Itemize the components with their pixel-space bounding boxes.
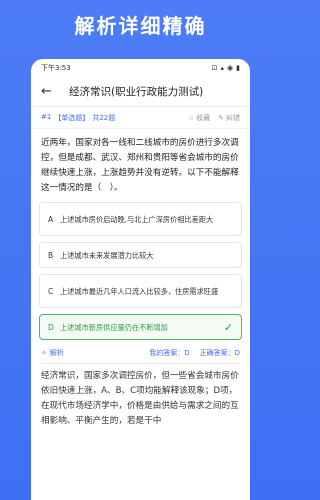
option-letter: B	[48, 250, 54, 260]
battery-icon: ▮	[236, 64, 240, 72]
option-text: 上述城市房价启动晚,与北上广深房价相比差距大	[60, 214, 214, 224]
bulb-icon: ✧	[41, 349, 47, 357]
option-text: 上述城市最近几年人口流入比较多，住房需求旺盛	[60, 286, 219, 296]
edit-icon: ✎	[218, 113, 224, 122]
question-index: #1	[41, 112, 52, 121]
status-time: 下午3:53	[41, 64, 71, 72]
favorite-button[interactable]: ☆ 收藏	[188, 113, 210, 123]
status-bar: 下午3:53 ⊡ ▴ ◉ ▮	[31, 59, 250, 77]
question-type: 【单选题】	[54, 113, 90, 122]
analysis-bar: ✧ 解析 我的答案：D 正确答案：D	[31, 346, 250, 360]
back-arrow-icon[interactable]: ←	[41, 84, 61, 99]
option-b[interactable]: B 上述城市未来发展潜力比较大	[39, 242, 242, 268]
promo-banner-title: 解析详细精确	[74, 14, 207, 38]
option-letter: D	[48, 322, 54, 332]
option-letter: C	[48, 286, 54, 296]
star-icon: ☆	[187, 113, 195, 122]
correct-answer: 正确答案：D	[199, 349, 240, 357]
options-list: A 上述城市房价启动晚,与北上广深房价相比差距大 B 上述城市未来发展潜力比较大…	[31, 196, 250, 340]
phone-screen: 下午3:53 ⊡ ▴ ◉ ▮ ← 经济常识(职业行政能力测试) #1 【单选题】…	[31, 59, 250, 500]
question-total: 共22题	[92, 113, 116, 122]
option-letter: A	[48, 214, 54, 224]
question-text: 近两年，国家对各一线和二线城市的房价进行多次调控，但是成都、武汉、郑州和贵阳等省…	[41, 138, 239, 193]
option-text: 上述城市新房供应量仍在不断增加	[60, 322, 168, 332]
signal-icon: ▴	[220, 64, 225, 72]
option-text: 上述城市未来发展潜力比较大	[60, 250, 154, 260]
question-meta-bar: #1 【单选题】 共22题 ☆ 收藏 ✎ 纠错	[31, 107, 250, 129]
page-title: 经济常识(职业行政能力测试)	[69, 86, 204, 98]
favorite-label: 收藏	[196, 113, 211, 122]
check-icon: ✓	[223, 320, 233, 334]
option-a[interactable]: A 上述城市房价启动晚,与北上广深房价相比差距大	[39, 202, 242, 236]
option-d[interactable]: D 上述城市新房供应量仍在不断增加 ✓	[39, 314, 242, 340]
status-icons: ⊡ ▴ ◉ ▮	[212, 64, 240, 72]
report-error-button[interactable]: ✎ 纠错	[218, 113, 240, 123]
my-answer: 我的答案：D	[149, 349, 190, 357]
report-label: 纠错	[226, 113, 240, 122]
option-c[interactable]: C 上述城市最近几年人口流入比较多，住房需求旺盛	[39, 274, 242, 308]
analysis-text: 经济常识，国家多次调控房价，但一些省会城市房价依旧快速上涨，A、B、C项均能解释…	[41, 371, 239, 426]
screen-icon: ⊡	[211, 64, 218, 72]
analysis-label: 解析	[49, 349, 64, 357]
wifi-icon: ◉	[227, 64, 234, 72]
title-bar: ← 经济常识(职业行政能力测试)	[31, 77, 250, 107]
